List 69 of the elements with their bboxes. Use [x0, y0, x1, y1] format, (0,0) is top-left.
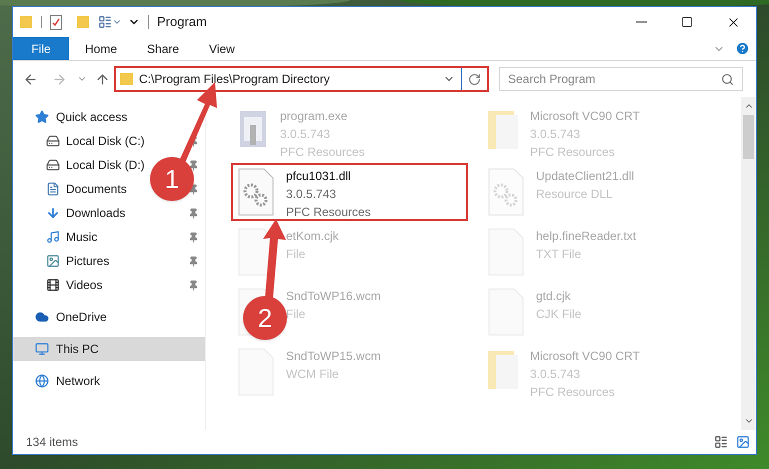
navigation-item[interactable]: Quick access — [13, 105, 205, 129]
navigation-item[interactable]: Network — [13, 369, 205, 393]
download-icon — [46, 206, 60, 220]
file-detail: CJK File — [536, 306, 582, 323]
search-field[interactable]: Search Program — [499, 67, 743, 91]
file-detail: TXT File — [536, 246, 582, 263]
folder-icon — [19, 15, 33, 29]
file-detail: WCM File — [286, 366, 340, 383]
file-detail: File — [286, 246, 306, 263]
properties-icon[interactable] — [98, 15, 112, 29]
scroll-thumb[interactable] — [743, 115, 754, 159]
document-icon — [46, 182, 60, 196]
drive-icon — [46, 134, 60, 148]
cloud-icon — [35, 310, 49, 324]
film-icon — [46, 278, 60, 292]
file-detail: PFC Resources — [530, 384, 616, 401]
folder-icon — [120, 72, 133, 86]
search-input[interactable]: Search Program — [508, 70, 721, 88]
address-path: C:\Program Files\Program Directory — [139, 71, 330, 88]
address-field[interactable]: C:\Program Files\Program Directory — [114, 66, 489, 92]
navigation-label: Network — [56, 373, 100, 390]
search-icon — [721, 72, 734, 86]
file-detail: 3.0.5.743 — [530, 126, 582, 143]
navigation-label: Quick access — [56, 109, 128, 126]
navigation-item[interactable]: Videos — [66, 276, 102, 294]
up-icon[interactable] — [95, 72, 110, 86]
gear-file-icon — [236, 167, 276, 217]
folder-icon — [76, 15, 90, 29]
help-icon[interactable] — [735, 41, 750, 56]
gear-file-icon — [486, 167, 526, 217]
navigation-item[interactable]: Music — [66, 228, 98, 246]
scrollbar[interactable] — [741, 97, 756, 430]
image-icon — [46, 254, 60, 268]
navigation-item[interactable]: Documents — [66, 180, 127, 198]
file-detail: Resource DLL — [536, 186, 614, 203]
file-detail: 3.0.5.743 — [286, 186, 338, 203]
item-count: 134 items — [26, 434, 78, 451]
minimize-icon — [636, 21, 646, 23]
computer-icon — [35, 342, 49, 356]
ribbon-tab[interactable]: Share — [133, 37, 194, 60]
navigation-item[interactable]: OneDrive — [13, 305, 205, 329]
file-detail: PFC Resources — [286, 204, 371, 221]
navigation-label: This PC — [56, 341, 99, 358]
navigation-item[interactable]: Pictures — [66, 252, 110, 270]
ribbon-tab[interactable]: View — [195, 37, 249, 60]
navigation-item[interactable]: Local Disk (C:) — [66, 132, 145, 150]
file-detail: PFC Resources — [280, 144, 365, 161]
navigation-item[interactable]: Downloads — [66, 204, 126, 222]
checklist-icon — [50, 14, 62, 30]
ribbon-tab[interactable]: File — [13, 37, 69, 60]
file-detail: 3.0.5.743 — [280, 126, 332, 143]
file-detail: 3.0.5.743 — [530, 366, 582, 383]
navigation-item[interactable]: Local Disk (D:) — [66, 156, 145, 174]
back-icon[interactable] — [23, 72, 38, 86]
file-name[interactable]: pfcu1031.dll — [286, 167, 371, 185]
music-note-icon — [46, 230, 60, 244]
maximize-icon — [681, 16, 693, 28]
large-icons-view-icon[interactable] — [736, 435, 750, 449]
refresh-icon[interactable] — [468, 72, 481, 86]
file-detail: File — [286, 306, 306, 323]
window-title: Program — [157, 13, 207, 32]
navigation-item[interactable]: This PC — [13, 337, 205, 361]
star-icon — [35, 110, 49, 124]
network-icon — [35, 374, 49, 388]
drive-icon — [46, 158, 60, 172]
navigation-label: OneDrive — [56, 309, 107, 326]
file-detail: PFC Resources — [530, 144, 616, 161]
details-view-icon[interactable] — [714, 435, 728, 449]
ribbon-tab[interactable]: Home — [71, 37, 132, 60]
